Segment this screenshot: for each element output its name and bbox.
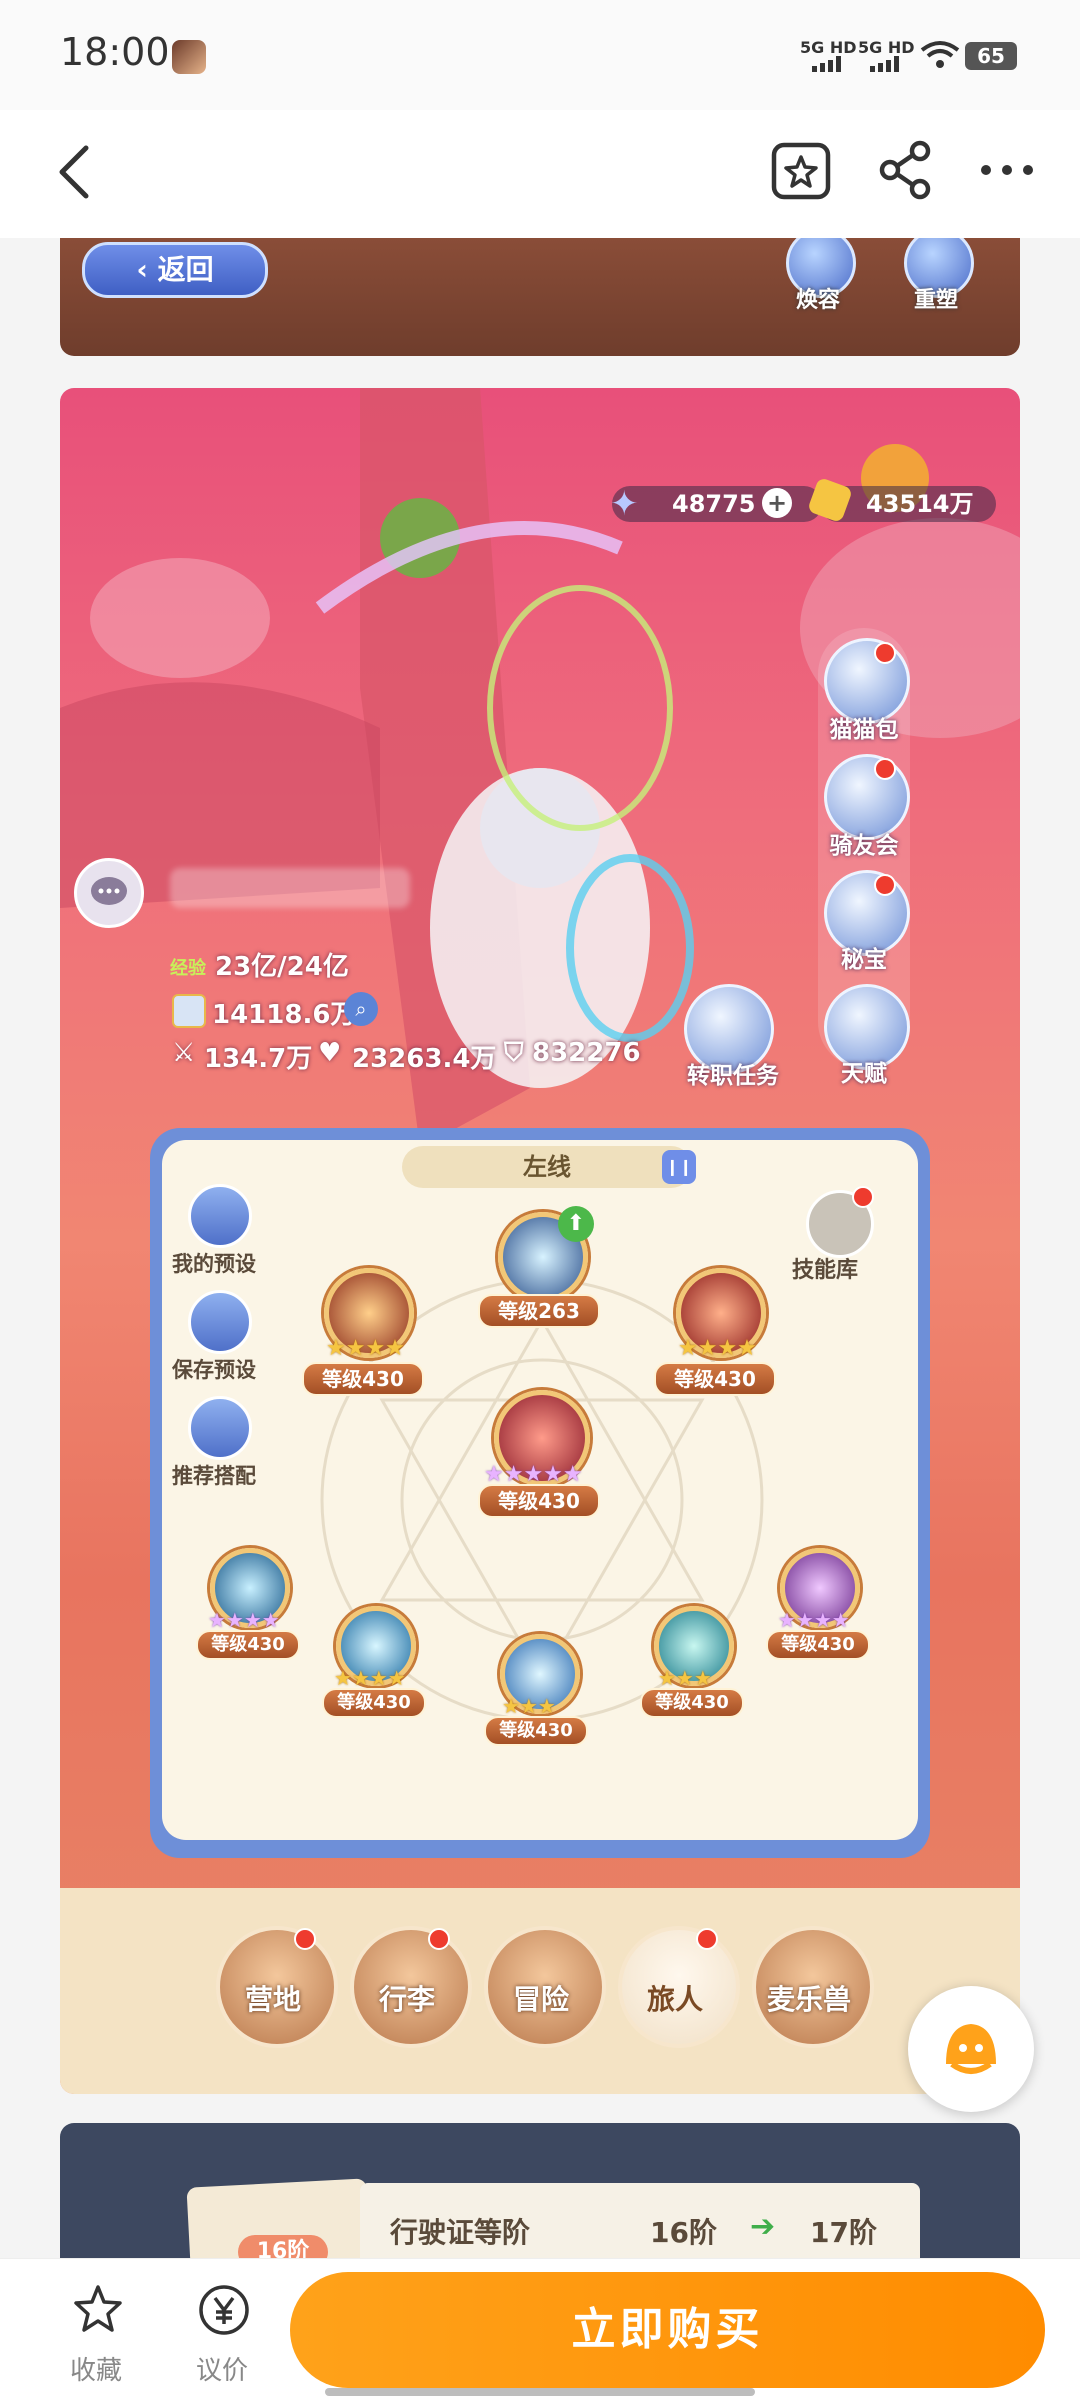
home-indicator [325, 2388, 755, 2396]
skill-panel-inner: 左线 ❙❙ 我的预设 保存预设 推荐搭配 技能库 ⬆ 等级263 ★★★★ 等级… [162, 1140, 918, 1840]
power-shield-icon [172, 994, 206, 1028]
skill-level: 等级430 [302, 1362, 424, 1396]
game-back-button: ‹ 返回 [82, 242, 268, 298]
my-preset-label: 我的预设 [172, 1252, 256, 1276]
rank-row-label: 行驶证等阶 [390, 2216, 531, 2249]
tab-pet-label: 麦乐兽 [766, 1983, 851, 2016]
wifi-icon [920, 40, 960, 78]
star-icon[interactable] [70, 2282, 126, 2342]
rank-from: 16阶 [650, 2216, 717, 2249]
rider-club-label: 骑友会 [829, 833, 899, 859]
route-selector: 左线 [402, 1146, 692, 1188]
skill-stars: ★★★ [502, 1694, 556, 1718]
skill-level: 等级430 [322, 1688, 426, 1718]
yuan-icon[interactable] [196, 2282, 252, 2342]
attack-icon: ⚔ [172, 1038, 196, 1068]
notification-dot [874, 758, 896, 780]
content-area[interactable]: ‹ 返回 焕容 重塑 48775 ✦ + 43514万 猫猫包 骑友会 秘宝 天… [0, 238, 1080, 2258]
add-currency-icon: + [762, 488, 792, 518]
bargain-label[interactable]: 议价 [196, 2350, 248, 2387]
skill-stars: ★★★★ [334, 1666, 406, 1690]
rank-to: 17阶 [810, 2216, 877, 2249]
save-preset-icon [188, 1290, 252, 1354]
tab-traveler-label: 旅人 [646, 1983, 703, 2016]
skill-stars: ★★★★ [678, 1336, 757, 1361]
job-task-label: 转职任务 [687, 1063, 779, 1089]
customer-service-icon [946, 2024, 996, 2074]
signal-icon [812, 56, 846, 72]
recommend-build-icon [188, 1396, 252, 1460]
star-currency-value: 48775 [672, 490, 756, 518]
cat-bag-label: 猫猫包 [829, 717, 899, 743]
more-icon[interactable] [972, 135, 1042, 205]
tab-camp-label: 营地 [244, 1983, 301, 2016]
heart-icon: ♥ [318, 1038, 342, 1068]
exp-value: 23亿/24亿 [215, 952, 349, 982]
appearance-label: 焕容 [796, 288, 841, 313]
defense-value: 832276 [532, 1038, 641, 1068]
arrow-right-icon: ➔ [750, 2209, 776, 2244]
chat-icon [74, 858, 144, 928]
blurred-player-name [170, 868, 410, 908]
skill-level: 等级430 [766, 1630, 870, 1660]
reshape-label: 重塑 [914, 288, 959, 313]
skill-stars: ★★★ [658, 1666, 712, 1690]
rank-badge: 16阶 [238, 2235, 328, 2258]
power-value: 14118.6万 [212, 1000, 357, 1030]
notification-dot [294, 1928, 316, 1950]
screenshot-card-1[interactable]: ‹ 返回 焕容 重塑 [60, 238, 1020, 356]
route-title: 左线 [523, 1153, 571, 1181]
notification-dot [428, 1928, 450, 1950]
tab-adventure-label: 冒险 [512, 1983, 569, 2016]
network-label-1: 5G HD [800, 38, 857, 57]
skill-level: 等级430 [640, 1688, 744, 1718]
skill-stars: ★★★★ [778, 1608, 850, 1632]
info-book-icon: ❙❙ [662, 1150, 696, 1184]
treasure-label: 秘宝 [841, 947, 887, 973]
skill-level: 等级430 [654, 1362, 776, 1396]
skill-level: 等级263 [478, 1294, 600, 1328]
skill-level: 等级430 [196, 1630, 300, 1660]
skill-level: 等级430 [484, 1716, 588, 1746]
tab-luggage-label: 行李 [378, 1983, 435, 2016]
chevron-left-icon[interactable] [52, 140, 100, 204]
notification-avatar-icon [172, 40, 206, 74]
save-preset-label: 保存预设 [172, 1358, 256, 1382]
attack-value: 134.7万 [204, 1044, 313, 1074]
star-square-icon[interactable] [766, 135, 836, 205]
notification-dot [696, 1928, 718, 1950]
hp-value: 23263.4万 [352, 1044, 497, 1074]
exp-label: 经验 [170, 958, 206, 979]
recommend-build-label: 推荐搭配 [172, 1464, 256, 1488]
share-icon[interactable] [870, 135, 940, 205]
coin-currency-value: 43514万 [866, 490, 974, 518]
customer-service-button[interactable] [908, 1986, 1034, 2112]
notification-dot [874, 874, 896, 896]
search-icon: ⌕ [344, 992, 378, 1026]
skill-panel: 左线 ❙❙ 我的预设 保存预设 推荐搭配 技能库 ⬆ 等级263 ★★★★ 等级… [150, 1128, 930, 1858]
my-preset-icon [188, 1184, 252, 1248]
notification-dot [874, 642, 896, 664]
game-back-label: 返回 [157, 253, 214, 286]
signal-icon [870, 56, 904, 72]
defense-shield-icon: ⛉ [504, 1038, 524, 1068]
network-label-2: 5G HD [858, 38, 915, 57]
skill-library-label: 技能库 [792, 1258, 859, 1283]
skill-stars: ★★★★ [208, 1608, 280, 1632]
status-time: 18:00 [60, 30, 170, 74]
battery-icon: 65 [965, 42, 1017, 70]
talent-label: 天赋 [841, 1061, 887, 1087]
favorite-label[interactable]: 收藏 [70, 2350, 122, 2387]
buy-now-button[interactable]: 立即购买 [290, 2272, 1045, 2388]
star-currency-icon: ✦ [610, 484, 639, 524]
upgrade-arrow-icon: ⬆ [558, 1206, 594, 1242]
skill-level: 等级430 [478, 1484, 600, 1518]
screenshot-card-3[interactable]: 16阶 行驶证等阶 16阶 ➔ 17阶 [60, 2123, 1020, 2258]
game-screenshot[interactable]: 48775 ✦ + 43514万 猫猫包 骑友会 秘宝 天赋 经验 23亿/24… [60, 388, 1020, 2094]
skill-stars: ★★★★ [326, 1336, 405, 1361]
notification-dot [852, 1186, 874, 1208]
